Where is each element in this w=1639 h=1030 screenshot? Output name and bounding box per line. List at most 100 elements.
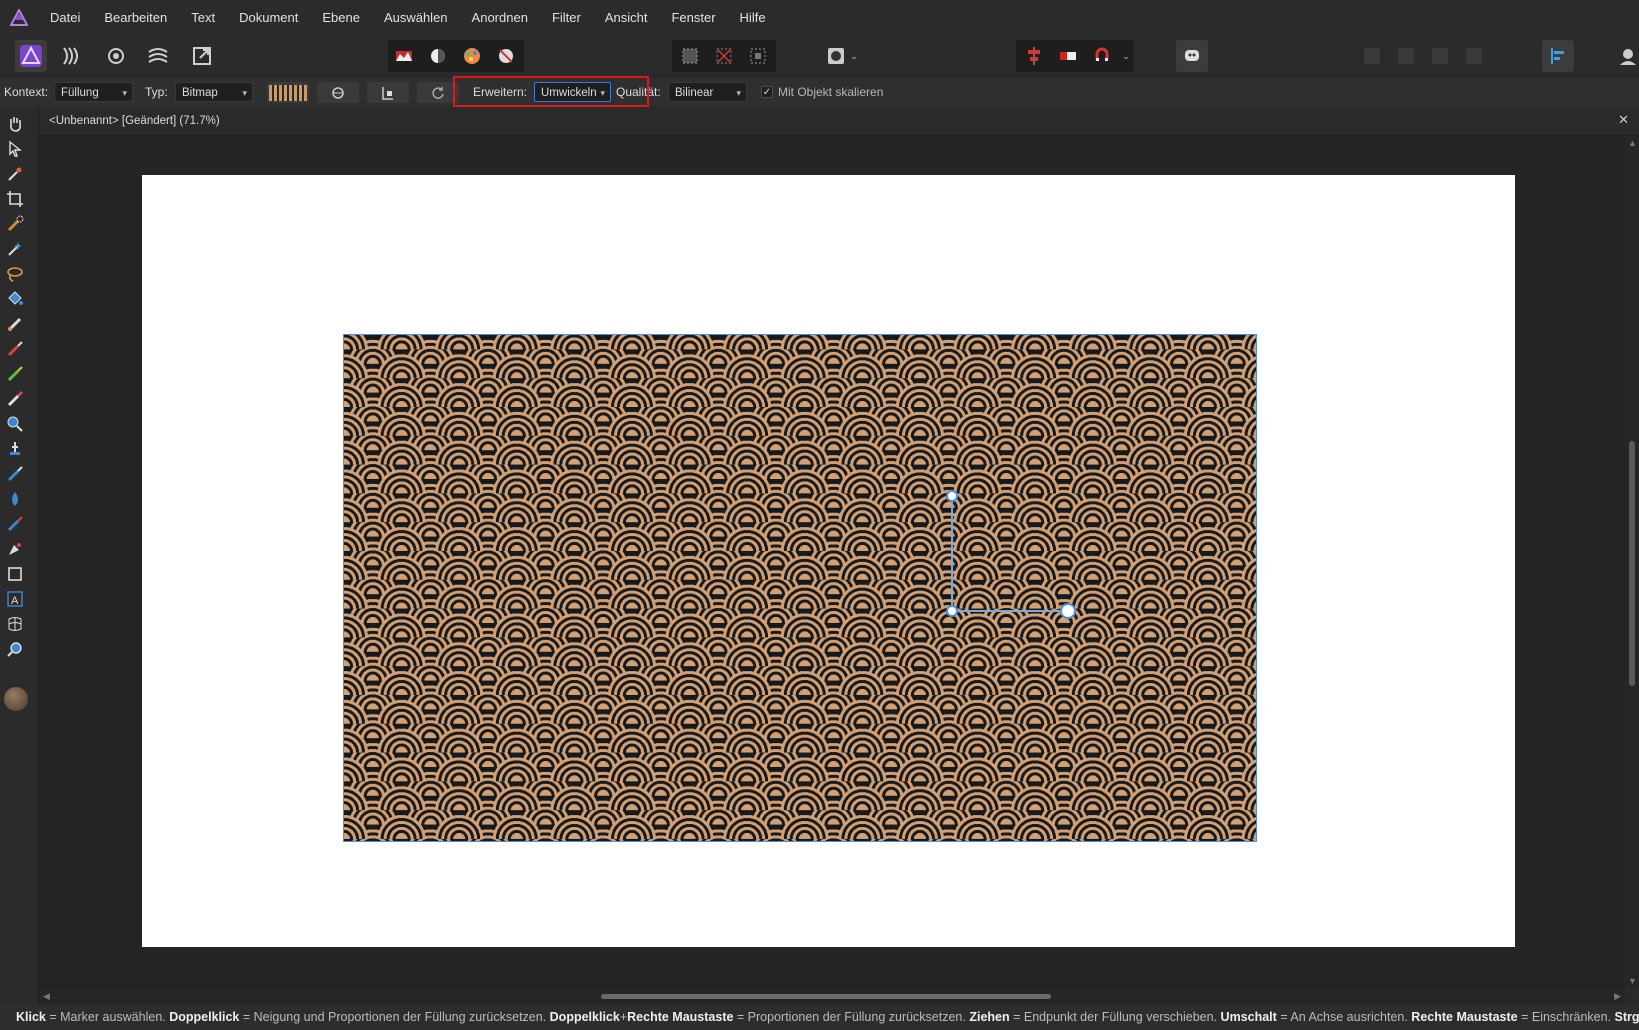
- clone-brush-tool-icon[interactable]: [4, 438, 26, 460]
- dodge-brush-tool-icon[interactable]: [4, 413, 26, 435]
- select-all-icon[interactable]: [674, 40, 706, 72]
- document-title: <Unbenannt> [Geändert] (71.7%): [49, 115, 220, 127]
- develop-persona-icon[interactable]: [100, 40, 132, 72]
- scroll-down-icon[interactable]: ▼: [1628, 976, 1637, 986]
- erase-brush-tool-icon[interactable]: [4, 388, 26, 410]
- status-text: = Proportionen der Füllung zurücksetzen.: [733, 1010, 970, 1024]
- document-tab[interactable]: <Unbenannt> [Geändert] (71.7%) ✕: [40, 107, 1639, 136]
- liquify-persona-icon[interactable]: [56, 40, 88, 72]
- move-tool-icon[interactable]: [4, 138, 26, 160]
- align-left-icon[interactable]: [1542, 40, 1574, 72]
- white-balance-icon[interactable]: [490, 40, 522, 72]
- arrange-back-icon[interactable]: [1458, 40, 1490, 72]
- chevron-down-icon[interactable]: ⌄: [1118, 40, 1134, 72]
- arrange-backward-icon[interactable]: [1424, 40, 1456, 72]
- svg-text:A: A: [11, 595, 19, 607]
- menu-item-anordnen[interactable]: Anordnen: [460, 0, 540, 36]
- scroll-up-icon[interactable]: ▲: [1628, 138, 1637, 148]
- kontext-select[interactable]: Füllung ▾: [54, 82, 133, 102]
- blur-brush-tool-icon[interactable]: [4, 488, 26, 510]
- mesh-warp-tool-icon[interactable]: [4, 613, 26, 635]
- snapping-toggle-icon[interactable]: [1052, 40, 1084, 72]
- qualitaet-select[interactable]: Bilinear ▾: [668, 82, 747, 102]
- deselect-icon[interactable]: [708, 40, 740, 72]
- fill-lock-icon[interactable]: [367, 82, 409, 103]
- chevron-down-icon[interactable]: ⌄: [846, 40, 862, 72]
- menu-item-datei[interactable]: Datei: [38, 0, 92, 36]
- status-key: Klick: [16, 1010, 46, 1024]
- bitmap-fill-rectangle[interactable]: [343, 334, 1257, 842]
- color-wheel-icon[interactable]: [456, 40, 488, 72]
- fill-tool-icon[interactable]: [4, 288, 26, 310]
- magnet-snapping-icon[interactable]: [1086, 40, 1118, 72]
- menu-item-fenster[interactable]: Fenster: [659, 0, 727, 36]
- status-text: = Einschränken.: [1517, 1010, 1615, 1024]
- levels-icon[interactable]: [388, 40, 420, 72]
- tools-panel: A: [0, 107, 39, 1005]
- scale-with-object-label: Mit Objekt skalieren: [778, 85, 884, 99]
- status-key: Strg: [1614, 1010, 1639, 1024]
- bitmap-thumbnail[interactable]: [267, 82, 309, 103]
- chevron-down-icon: ▾: [122, 88, 127, 98]
- close-icon[interactable]: ✕: [1618, 112, 1629, 128]
- invert-selection-icon[interactable]: [742, 40, 774, 72]
- fill-handle-line-horizontal: [952, 610, 1068, 612]
- healing-brush-tool-icon[interactable]: [4, 513, 26, 535]
- arrange-forward-icon[interactable]: [1390, 40, 1422, 72]
- status-text: = Endpunkt der Füllung verschieben.: [1009, 1010, 1221, 1024]
- red-highlight-annotation: [453, 76, 649, 107]
- alignment-icon[interactable]: [1018, 40, 1050, 72]
- menu-item-auswählen[interactable]: Auswählen: [372, 0, 460, 36]
- horizontal-scrollbar[interactable]: ◀ ▶: [39, 988, 1625, 1004]
- status-key: Rechte Maustaste: [627, 1010, 734, 1024]
- arrange-front-icon[interactable]: [1356, 40, 1388, 72]
- menu-item-bearbeiten[interactable]: Bearbeiten: [92, 0, 179, 36]
- zoom-tool-icon[interactable]: [4, 638, 26, 660]
- export-persona-icon[interactable]: [186, 40, 218, 72]
- crop-tool-icon[interactable]: [4, 188, 26, 210]
- menu-item-text[interactable]: Text: [179, 0, 227, 36]
- menu-item-hilfe[interactable]: Hilfe: [728, 0, 778, 36]
- paint-brush-tool-icon[interactable]: [4, 338, 26, 360]
- account-icon[interactable]: [1612, 40, 1639, 72]
- menu-item-ansicht[interactable]: Ansicht: [593, 0, 660, 36]
- rectangle-tool-icon[interactable]: [4, 563, 26, 585]
- freehand-selection-tool-icon[interactable]: [4, 263, 26, 285]
- scale-with-object-checkbox[interactable]: ✓: [761, 86, 773, 98]
- fill-handle-end[interactable]: [1060, 603, 1076, 619]
- flip-fill-icon[interactable]: [317, 82, 359, 103]
- kontext-label: Kontext:: [4, 85, 49, 99]
- selection-brush-tool-icon[interactable]: [4, 213, 26, 235]
- scroll-left-icon[interactable]: ◀: [43, 991, 50, 1002]
- tone-mapping-persona-icon[interactable]: [142, 40, 174, 72]
- main-toolbar: ⌄ ⌄: [0, 36, 1639, 76]
- auto-contrast-icon[interactable]: [422, 40, 454, 72]
- menu-item-filter[interactable]: Filter: [540, 0, 593, 36]
- color-picker-tool-icon[interactable]: [4, 163, 26, 185]
- status-key: Rechte Maustaste: [1411, 1010, 1518, 1024]
- vertical-scrollbar[interactable]: ▲ ▼: [1625, 136, 1639, 988]
- chevron-down-icon: ▾: [242, 88, 247, 98]
- flood-select-tool-icon[interactable]: [4, 238, 26, 260]
- color-swatch-icon[interactable]: [4, 687, 28, 711]
- menu-item-dokument[interactable]: Dokument: [227, 0, 310, 36]
- fill-handle-origin[interactable]: [946, 605, 958, 617]
- artistic-text-tool-icon[interactable]: A: [4, 588, 26, 610]
- assistant-icon[interactable]: [1176, 40, 1208, 72]
- affinity-photo-logo-icon[interactable]: [0, 0, 38, 36]
- color-replacement-brush-icon[interactable]: [4, 363, 26, 385]
- horizontal-scrollbar-thumb[interactable]: [601, 994, 1051, 999]
- chevron-down-icon: ▾: [736, 88, 741, 98]
- gradient-tool-icon[interactable]: [4, 313, 26, 335]
- typ-select[interactable]: Bitmap ▾: [175, 82, 253, 102]
- fill-handle-top[interactable]: [946, 490, 958, 502]
- status-text: = Neigung und Proportionen der Füllung z…: [239, 1010, 550, 1024]
- scroll-right-icon[interactable]: ▶: [1614, 991, 1621, 1002]
- vertical-scrollbar-thumb[interactable]: [1629, 441, 1635, 686]
- photo-persona-icon[interactable]: [15, 40, 47, 72]
- fill-handle-line-vertical: [951, 496, 953, 611]
- view-tool-hand-icon[interactable]: [4, 113, 26, 135]
- pen-tool-icon[interactable]: [4, 538, 26, 560]
- smudge-brush-tool-icon[interactable]: [4, 463, 26, 485]
- menu-item-ebene[interactable]: Ebene: [310, 0, 372, 36]
